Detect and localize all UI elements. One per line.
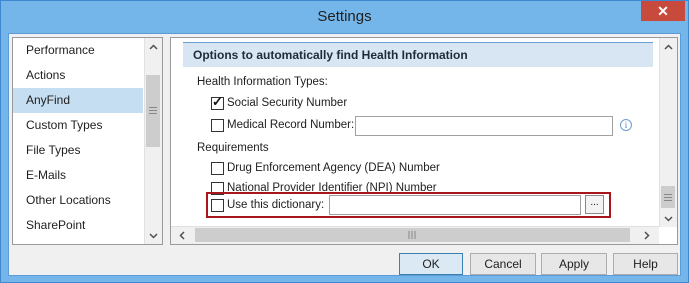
grip-line (149, 107, 157, 108)
settings-window: Settings ✕ Performance Actions AnyFind C… (0, 0, 689, 283)
grip-line (664, 200, 672, 201)
checkmark-icon: ✓ (212, 94, 223, 109)
sidebar-item-e-mails[interactable]: E-Mails (13, 163, 143, 188)
grip-line (149, 113, 157, 114)
window-title: Settings (317, 8, 372, 25)
sidebar-item-file-types[interactable]: File Types (13, 138, 143, 163)
scroll-left-icon[interactable] (173, 227, 190, 244)
panel-scroll-thumb[interactable] (661, 186, 675, 208)
panel-horizontal-scrollbar[interactable] (171, 226, 659, 244)
horizontal-scroll-thumb[interactable] (195, 228, 630, 242)
scroll-down-icon[interactable] (660, 210, 677, 227)
requirements-label: Requirements (197, 142, 269, 154)
sidebar-item-custom-types[interactable]: Custom Types (13, 113, 143, 138)
ssn-checkbox[interactable]: ✓ (211, 94, 224, 110)
info-icon[interactable]: i (620, 119, 632, 131)
sidebar-item-actions[interactable]: Actions (13, 63, 143, 88)
dea-checkbox[interactable] (211, 162, 224, 175)
grip-line (664, 197, 672, 198)
scroll-right-icon[interactable] (638, 227, 655, 244)
dictionary-label[interactable]: Use this dictionary: (227, 199, 324, 211)
help-button[interactable]: Help (613, 253, 678, 275)
close-button[interactable]: ✕ (641, 1, 685, 21)
sidebar-item-anyfind[interactable]: AnyFind (13, 88, 143, 113)
ok-button[interactable]: OK (399, 253, 463, 275)
mrn-label[interactable]: Medical Record Number: (227, 119, 354, 131)
scroll-up-icon[interactable] (145, 38, 162, 55)
browse-button[interactable]: ... (585, 195, 604, 214)
grip-line (149, 110, 157, 111)
dictionary-checkbox[interactable] (211, 199, 224, 212)
health-types-label: Health Information Types: (197, 76, 328, 88)
grip-line (664, 194, 672, 195)
options-panel: Options to automatically find Health Inf… (170, 37, 678, 245)
close-icon: ✕ (657, 2, 669, 19)
sidebar-item-sharepoint[interactable]: SharePoint (13, 213, 143, 238)
dictionary-input[interactable] (329, 195, 581, 215)
dea-label[interactable]: Drug Enforcement Agency (DEA) Number (227, 162, 440, 174)
sidebar-scroll-thumb[interactable] (146, 75, 160, 147)
scroll-up-icon[interactable] (660, 38, 677, 55)
section-header: Options to automatically find Health Inf… (183, 42, 653, 67)
sidebar-item-performance[interactable]: Performance (13, 38, 143, 63)
sidebar-scrollbar[interactable] (144, 38, 162, 244)
mrn-input[interactable] (355, 116, 613, 136)
title-bar[interactable]: Settings ✕ (1, 1, 688, 33)
ssn-label[interactable]: Social Security Number (227, 97, 347, 109)
dialog-body: Performance Actions AnyFind Custom Types… (8, 33, 681, 276)
apply-button[interactable]: Apply (541, 253, 607, 275)
cancel-button[interactable]: Cancel (470, 253, 536, 275)
mrn-checkbox[interactable] (211, 119, 224, 132)
sidebar-item-other-locations[interactable]: Other Locations (13, 188, 143, 213)
panel-scrollbar[interactable] (659, 38, 677, 227)
category-list: Performance Actions AnyFind Custom Types… (12, 37, 163, 245)
scroll-down-icon[interactable] (145, 227, 162, 244)
